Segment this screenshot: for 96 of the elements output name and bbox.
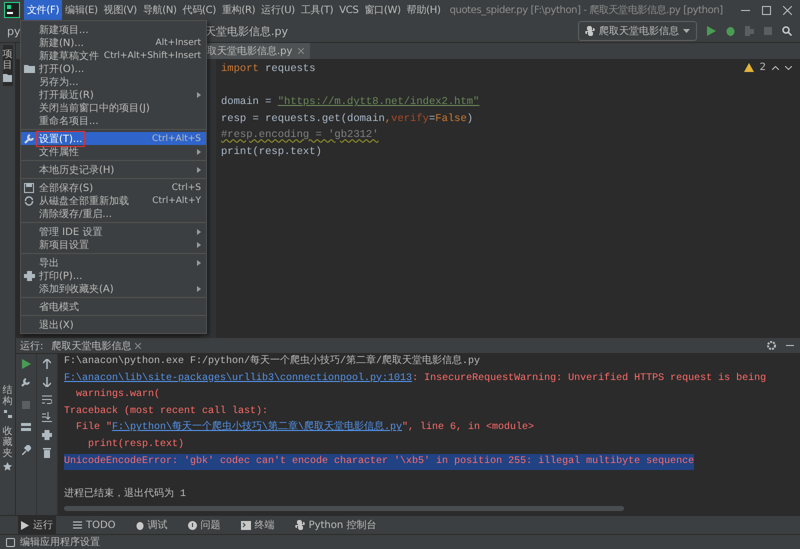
file-link[interactable]: F:\anacon\lib\site-packages\urllib3\connectionpool.py:1013 xyxy=(64,372,412,384)
menu-item[interactable]: 导出 xyxy=(21,256,206,269)
menu-bar-item[interactable]: 帮助(H) xyxy=(404,0,444,20)
menu-item[interactable]: 清除缓存/重启... xyxy=(21,207,206,220)
menu-bar-item[interactable]: 编辑(E) xyxy=(62,0,101,20)
python-icon xyxy=(294,520,305,530)
horizontal-scrollbar[interactable] xyxy=(64,506,624,511)
console-line: File "F:\python\每天一个爬虫小技巧\第二章\爬取天堂电影信息.py", line 6, in <module> xyxy=(75,420,534,436)
python-icon xyxy=(585,26,595,36)
menu-item[interactable]: 关闭当前窗口中的项目(J) xyxy=(21,101,206,114)
console-line: F:\anacon\lib\site-packages\urllib3\connectionpool.py:1013: InsecureRequestWarning: Unverified HTTPS request is being xyxy=(64,372,766,386)
console-line: Traceback (most recent call last): xyxy=(64,404,268,419)
code-line: #resp.encoding = 'gb2312' xyxy=(221,128,379,144)
soft-wrap-icon[interactable] xyxy=(42,395,52,404)
menu-bar-item[interactable]: 运行(U) xyxy=(258,0,298,20)
tool-window-tab[interactable]: 调试 xyxy=(132,516,171,534)
menu-item[interactable]: 设置(T)... Ctrl+Alt+S xyxy=(21,132,206,145)
warning-icon[interactable] xyxy=(744,63,754,72)
trash-icon[interactable] xyxy=(43,448,51,458)
run-icon[interactable] xyxy=(707,26,716,36)
run-configuration-dropdown[interactable]: 爬取天堂电影信息 xyxy=(578,21,697,41)
terminal-icon xyxy=(240,520,251,530)
tool-window-tab[interactable]: 运行 xyxy=(18,516,56,534)
menu-bar-item[interactable]: VCS xyxy=(336,2,362,18)
run-tab[interactable]: 爬取天堂电影信息 xyxy=(51,338,142,352)
bug-icon[interactable] xyxy=(726,26,735,36)
settings-icon[interactable] xyxy=(767,341,776,350)
menu-item[interactable]: 另存为... xyxy=(21,75,206,88)
menu-item[interactable]: 省电模式 xyxy=(21,300,206,313)
code-line: print(resp.text) xyxy=(221,144,322,160)
code-line: resp = requests.get(domain,verify=False) xyxy=(221,112,474,127)
folder-icon xyxy=(3,74,12,82)
tool-window-tab[interactable]: 问题 xyxy=(184,516,224,534)
menu-bar-item[interactable]: 视图(V) xyxy=(100,0,140,20)
menu-item[interactable]: 打开(O)... xyxy=(21,62,206,75)
console-line: print(resp.text) xyxy=(87,438,184,452)
menu-item[interactable]: 管理 IDE 设置 xyxy=(21,225,206,238)
search-icon[interactable] xyxy=(782,26,792,36)
warning-count: 2 xyxy=(760,62,766,73)
printer-icon xyxy=(24,270,35,280)
printer-icon[interactable] xyxy=(42,430,52,440)
window-title: quotes_spider.py [F:\python] - 爬取天堂电影信息.py [python] xyxy=(450,4,724,17)
status-text: 编辑应用程序设置 xyxy=(20,536,100,549)
run-panel-label: 运行: xyxy=(20,340,44,352)
wrench-icon[interactable] xyxy=(21,377,31,387)
scroll-to-end-icon[interactable] xyxy=(42,412,52,422)
close-icon[interactable] xyxy=(783,6,792,14)
code-line: import requests xyxy=(221,62,316,77)
menu-item[interactable]: 全部保存(S) Ctrl+S xyxy=(21,181,206,194)
side-tool-tab[interactable]: 结构 xyxy=(2,385,12,407)
console-line: 进程已结束，退出代码为 1 xyxy=(64,486,186,502)
play-icon xyxy=(21,520,29,530)
caret-icon xyxy=(683,29,690,33)
menu-bar-item[interactable]: 重构(R) xyxy=(218,0,258,20)
down-arrow-icon[interactable] xyxy=(43,377,51,387)
info-icon xyxy=(188,520,197,530)
menu-bar-item[interactable]: 工具(T) xyxy=(298,0,336,20)
file-link[interactable]: F:\python\每天一个爬虫小技巧\第二章\爬取天堂电影信息.py xyxy=(112,422,402,434)
wrench-icon xyxy=(24,133,35,144)
structure-icon xyxy=(4,410,12,418)
menu-item[interactable]: 文件属性 xyxy=(21,145,206,158)
menu-bar-item[interactable]: 导航(N) xyxy=(140,0,180,20)
layout-icon[interactable] xyxy=(21,423,31,431)
menu-bar-item[interactable]: 文件(F) xyxy=(24,0,62,20)
app-logo-icon xyxy=(4,2,20,18)
menu-item[interactable]: 从磁盘全部重新加载 Ctrl+Alt+Y xyxy=(21,194,206,207)
square-icon[interactable] xyxy=(6,538,15,546)
chevron-up-icon[interactable] xyxy=(772,66,779,70)
folder-icon xyxy=(24,64,35,73)
side-tool-tab[interactable]: 收藏夹 xyxy=(2,426,12,459)
list-icon xyxy=(73,521,82,529)
chevron-down-icon[interactable] xyxy=(785,66,792,70)
menu-item[interactable]: 新建项目... xyxy=(21,23,206,36)
menu-item[interactable]: 添加到收藏夹(A) xyxy=(21,282,206,295)
menu-item[interactable]: 重命名项目... xyxy=(21,114,206,127)
menu-item[interactable]: 本地历史记录(H) xyxy=(21,163,206,176)
menu-item[interactable]: 打开最近(R) xyxy=(21,88,206,101)
menu-item[interactable]: 新项目设置 xyxy=(21,238,206,251)
menu-item[interactable]: 打印(P)... xyxy=(21,269,206,282)
menu-bar-item[interactable]: 窗口(W) xyxy=(362,0,404,20)
menu-item[interactable]: 退出(X) xyxy=(21,318,206,331)
console-line: F:\anacon\python.exe F:/python/每天一个爬虫小技巧/第二章/爬取天堂电影信息.py xyxy=(64,354,480,369)
bug-icon xyxy=(136,520,144,530)
pin-icon[interactable] xyxy=(22,445,30,455)
run-icon[interactable] xyxy=(22,359,30,369)
menu-bar-item[interactable]: 代码(C) xyxy=(180,0,219,20)
code-line: domain = "https://m.dytt8.net/index2.htm" xyxy=(221,95,480,110)
close-icon[interactable] xyxy=(135,342,142,348)
tool-window-tab[interactable]: TODO xyxy=(70,518,119,532)
up-arrow-icon[interactable] xyxy=(43,359,51,369)
tool-window-tab[interactable]: Python 控制台 xyxy=(292,516,380,534)
console-line: warnings.warn( xyxy=(75,388,160,402)
reload-icon xyxy=(24,196,34,206)
star-icon xyxy=(3,462,12,471)
tool-window-tab[interactable]: 终端 xyxy=(238,516,278,534)
maximize-icon[interactable] xyxy=(762,6,771,14)
